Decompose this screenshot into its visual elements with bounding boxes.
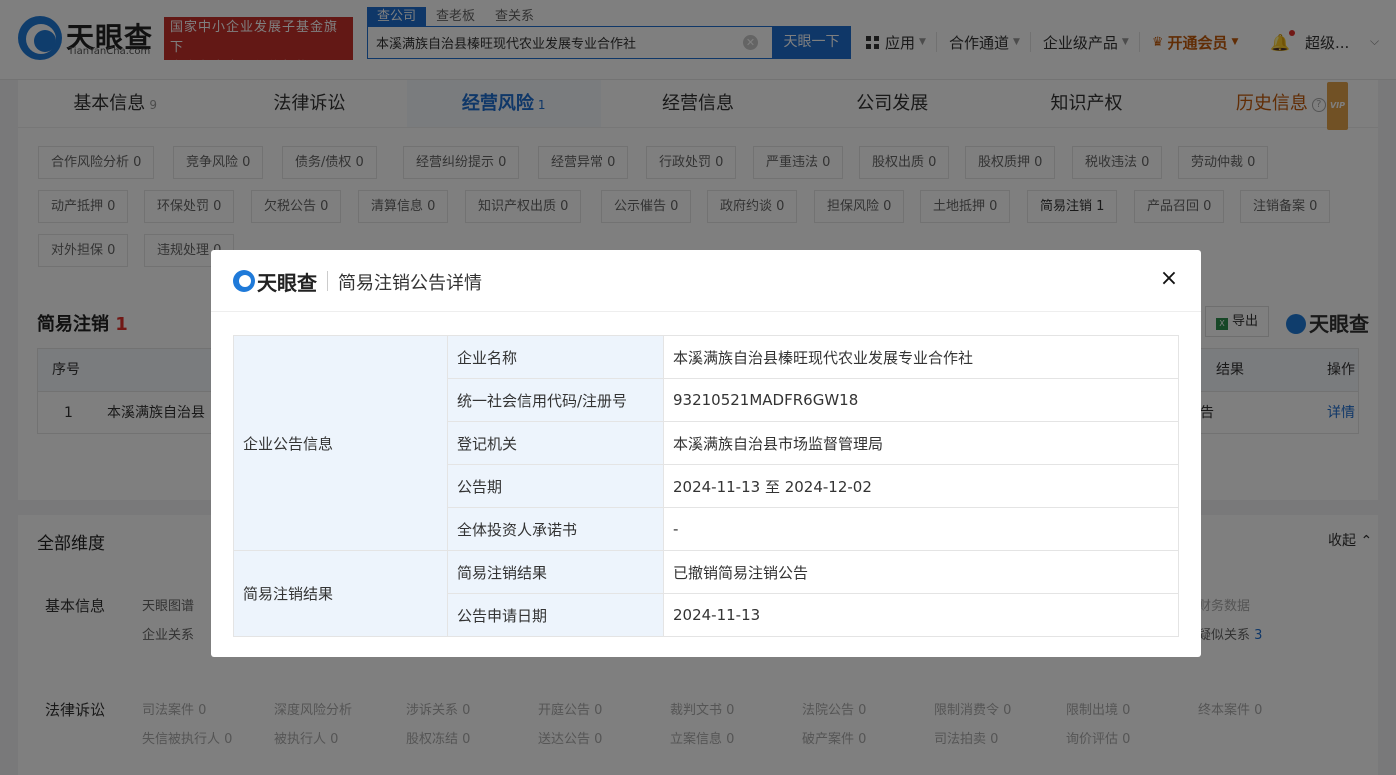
field-key: 统一社会信用代码/注册号: [447, 378, 664, 422]
field-value: 本溪满族自治县市场监督管理局: [663, 421, 1179, 465]
modal-logo-text: 天眼查: [257, 271, 317, 295]
detail-table: 企业公告信息 企业名称 本溪满族自治县榛旺现代农业发展专业合作社 统一社会信用代…: [233, 335, 1179, 637]
group-result: 简易注销结果: [233, 550, 448, 637]
table-row: 简易注销结果 简易注销结果 已撤销简易注销公告: [233, 550, 1179, 637]
modal-header: 天眼查 简易注销公告详情 ×: [211, 250, 1201, 312]
table-row: 企业公告信息 企业名称 本溪满族自治县榛旺现代农业发展专业合作社: [233, 335, 1179, 551]
field-key: 全体投资人承诺书: [447, 507, 664, 551]
field-key: 登记机关: [447, 421, 664, 465]
field-value: 本溪满族自治县榛旺现代农业发展专业合作社: [663, 335, 1179, 379]
logo-eye-icon: [233, 270, 255, 292]
field-key: 简易注销结果: [447, 550, 664, 594]
field-value: 2024-11-13 至 2024-12-02: [663, 464, 1179, 508]
close-icon[interactable]: ×: [1159, 267, 1179, 291]
group-announcement: 企业公告信息: [233, 335, 448, 551]
field-key: 企业名称: [447, 335, 664, 379]
field-value: 93210521MADFR6GW18: [663, 378, 1179, 422]
modal-title: 简易注销公告详情: [338, 273, 482, 294]
divider: [327, 271, 328, 291]
cancellation-detail-modal: 天眼查 简易注销公告详情 × 企业公告信息 企业名称 本溪满族自治县榛旺现代农业…: [211, 250, 1201, 657]
field-key: 公告期: [447, 464, 664, 508]
field-value: -: [663, 507, 1179, 551]
field-value: 2024-11-13: [663, 593, 1179, 637]
field-key: 公告申请日期: [447, 593, 664, 637]
field-value: 已撤销简易注销公告: [663, 550, 1179, 594]
